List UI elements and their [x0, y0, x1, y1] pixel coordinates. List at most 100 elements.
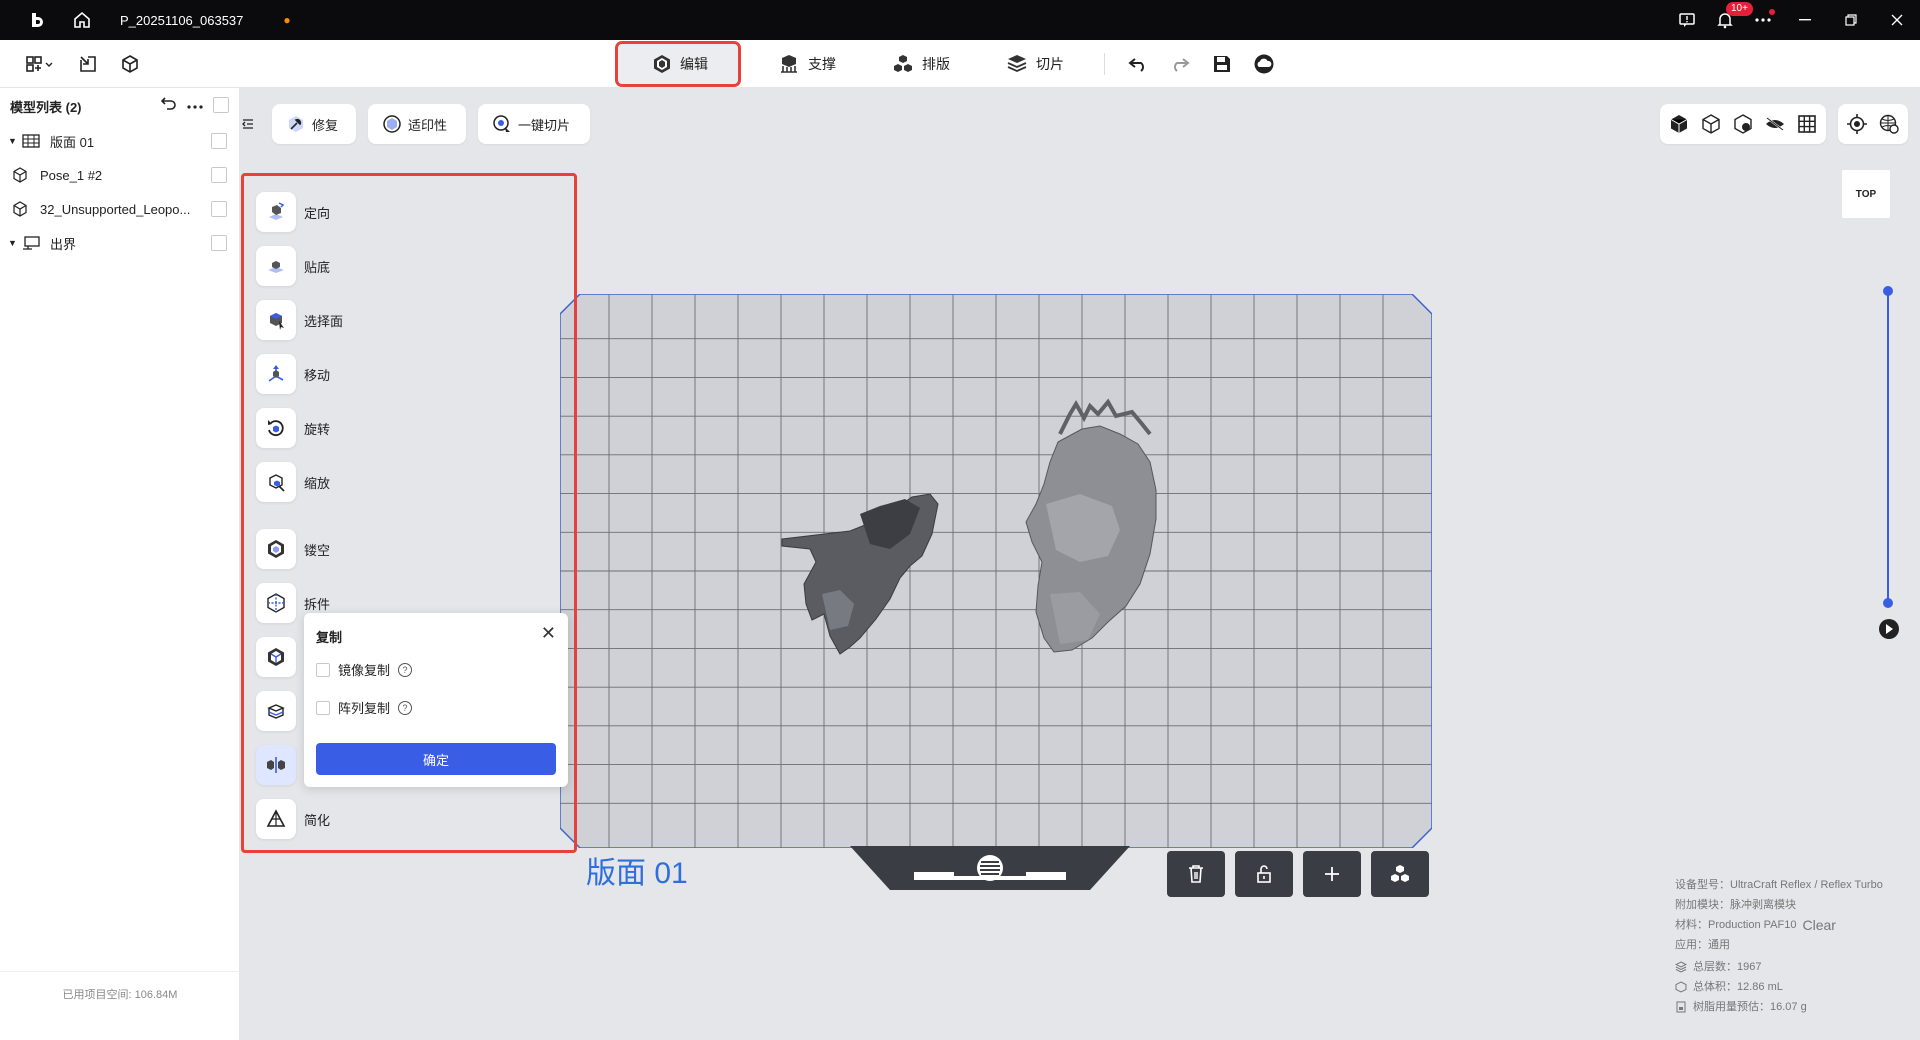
model-list-title: 模型列表 (2): [10, 99, 82, 115]
tool-copy[interactable]: [256, 745, 304, 785]
list-item-checkbox[interactable]: [211, 201, 227, 217]
layers-row: 总层数：1967: [1675, 957, 1883, 977]
help-icon[interactable]: ?: [398, 700, 413, 715]
project-name[interactable]: P_20251106_063537: [120, 13, 243, 28]
tool-simplify[interactable]: 简化: [256, 799, 330, 839]
tool-label: 移动: [304, 367, 331, 383]
repair-icon: [289, 116, 303, 132]
printer-base: [850, 846, 1130, 890]
tool-label: 缩放: [304, 475, 331, 491]
solid-cube-icon: [256, 637, 296, 677]
tool-label: 简化: [304, 812, 331, 828]
layers-icon: [1675, 961, 1687, 973]
list-item-label: 版面 01: [50, 134, 95, 150]
layer-slider-bottom-handle[interactable]: [1883, 598, 1893, 608]
undo-icon[interactable]: [1117, 44, 1159, 84]
tab-support[interactable]: 支撑: [750, 44, 864, 84]
array-copy-checkbox[interactable]: [316, 700, 330, 715]
multi-plate-button[interactable]: [1371, 851, 1429, 897]
list-item-plate[interactable]: ▼ 版面 01: [0, 124, 239, 158]
printability-button[interactable]: 适印性: [368, 104, 466, 144]
view-cube-top[interactable]: TOP: [1842, 170, 1890, 218]
grid-view-icon[interactable]: [1794, 111, 1820, 137]
list-item-label: 32_Unsupported_Leopo...: [40, 201, 191, 217]
tool-unlabeled-2[interactable]: [256, 691, 304, 731]
list-item-out-of-bounds[interactable]: ▼ 出界: [0, 226, 239, 260]
redo-icon[interactable]: [1159, 44, 1201, 84]
tool-lay-flat[interactable]: 贴底: [256, 246, 330, 286]
copy-popup: 复制 ✕ 镜像复制 ? 阵列复制 ? 确定: [304, 613, 568, 787]
model-list-header: 模型列表 (2): [0, 88, 239, 124]
list-more-icon[interactable]: [187, 97, 203, 112]
global-view-icon[interactable]: [1876, 111, 1902, 137]
tool-select-face[interactable]: 选择面: [256, 300, 343, 340]
close-icon[interactable]: ✕: [541, 623, 556, 644]
tool-unlabeled-1[interactable]: [256, 637, 304, 677]
application-info: 应用：通用: [1675, 939, 1730, 951]
app-logo-icon[interactable]: [20, 0, 54, 40]
tool-label: 镂空: [304, 542, 331, 558]
minimize-icon[interactable]: [1782, 0, 1828, 40]
select-all-checkbox[interactable]: [213, 96, 229, 113]
tool-label: 选择面: [304, 313, 344, 329]
expand-caret-icon[interactable]: ▼: [8, 136, 18, 146]
collapse-panel-icon[interactable]: [240, 112, 256, 136]
cubes-icon: [1391, 865, 1409, 882]
list-item-model[interactable]: Pose_1 #2: [0, 158, 239, 192]
tool-orient[interactable]: 定向: [256, 192, 330, 232]
confirm-button[interactable]: 确定: [316, 743, 556, 775]
wireframe-view-icon[interactable]: [1698, 111, 1724, 137]
toolbar-divider: [1104, 53, 1105, 75]
help-icon[interactable]: ?: [398, 662, 413, 677]
hide-icon[interactable]: [1762, 111, 1788, 137]
resin-row: 树脂用量预估：16.07 g: [1675, 997, 1883, 1017]
device-info: 设备型号：UltraCraft Reflex / Reflex Turbo: [1675, 879, 1883, 891]
xray-view-icon[interactable]: [1730, 111, 1756, 137]
tool-scale[interactable]: 缩放: [256, 462, 330, 502]
locate-icon[interactable]: [1844, 111, 1870, 137]
one-click-slice-button[interactable]: 一键切片: [478, 104, 590, 144]
import-icon[interactable]: [74, 50, 102, 78]
tab-layout[interactable]: 排版: [864, 44, 978, 84]
tool-rotate[interactable]: 旋转: [256, 408, 330, 448]
notification-bell-icon[interactable]: 10+: [1706, 0, 1753, 40]
tool-label: 拆件: [304, 596, 331, 612]
add-plate-button[interactable]: [1303, 851, 1361, 897]
build-plate-grid[interactable]: [560, 294, 1432, 848]
list-item-checkbox[interactable]: [211, 235, 227, 251]
model-library-icon[interactable]: [116, 50, 144, 78]
list-item-checkbox[interactable]: [211, 167, 227, 183]
solid-view-icon[interactable]: [1666, 111, 1692, 137]
tool-hollow[interactable]: 镂空: [256, 529, 330, 569]
reset-icon[interactable]: [160, 96, 177, 113]
close-window-icon[interactable]: [1874, 0, 1920, 40]
layer-slider-track[interactable]: [1887, 290, 1889, 604]
tool-move[interactable]: 移动: [256, 354, 330, 394]
list-item-checkbox[interactable]: [211, 133, 227, 149]
orient-icon: [256, 192, 296, 232]
more-menu-icon[interactable]: [1744, 0, 1782, 40]
resin-estimate: 树脂用量预估：16.07 g: [1693, 1001, 1807, 1013]
tab-slice[interactable]: 切片: [978, 44, 1092, 84]
total-layers: 总层数：1967: [1693, 961, 1762, 973]
workspace-grid-icon[interactable]: [20, 50, 60, 78]
plate-name-label: 版面 01: [586, 857, 688, 890]
lock-plate-button[interactable]: [1235, 851, 1293, 897]
scale-icon: [256, 462, 296, 502]
cloud-icon[interactable]: [1243, 44, 1285, 84]
expand-caret-icon[interactable]: ▼: [8, 238, 18, 248]
volume-row: 总体积：12.86 mL: [1675, 977, 1883, 997]
feedback-icon[interactable]: [1668, 0, 1706, 40]
home-icon[interactable]: [62, 0, 102, 40]
list-item-model[interactable]: 32_Unsupported_Leopo...: [0, 192, 239, 226]
tab-edit[interactable]: 编辑: [615, 41, 741, 87]
play-icon[interactable]: [1879, 619, 1899, 639]
restore-icon[interactable]: [1828, 0, 1874, 40]
layer-slider-top-handle[interactable]: [1883, 286, 1893, 296]
one-click-slice-label: 一键切片: [518, 117, 571, 133]
mirror-copy-checkbox[interactable]: [316, 662, 330, 677]
delete-plate-button[interactable]: [1167, 851, 1225, 897]
save-icon[interactable]: [1201, 44, 1243, 84]
one-click-slice-icon: [493, 115, 510, 132]
repair-button[interactable]: 修复: [272, 104, 356, 144]
